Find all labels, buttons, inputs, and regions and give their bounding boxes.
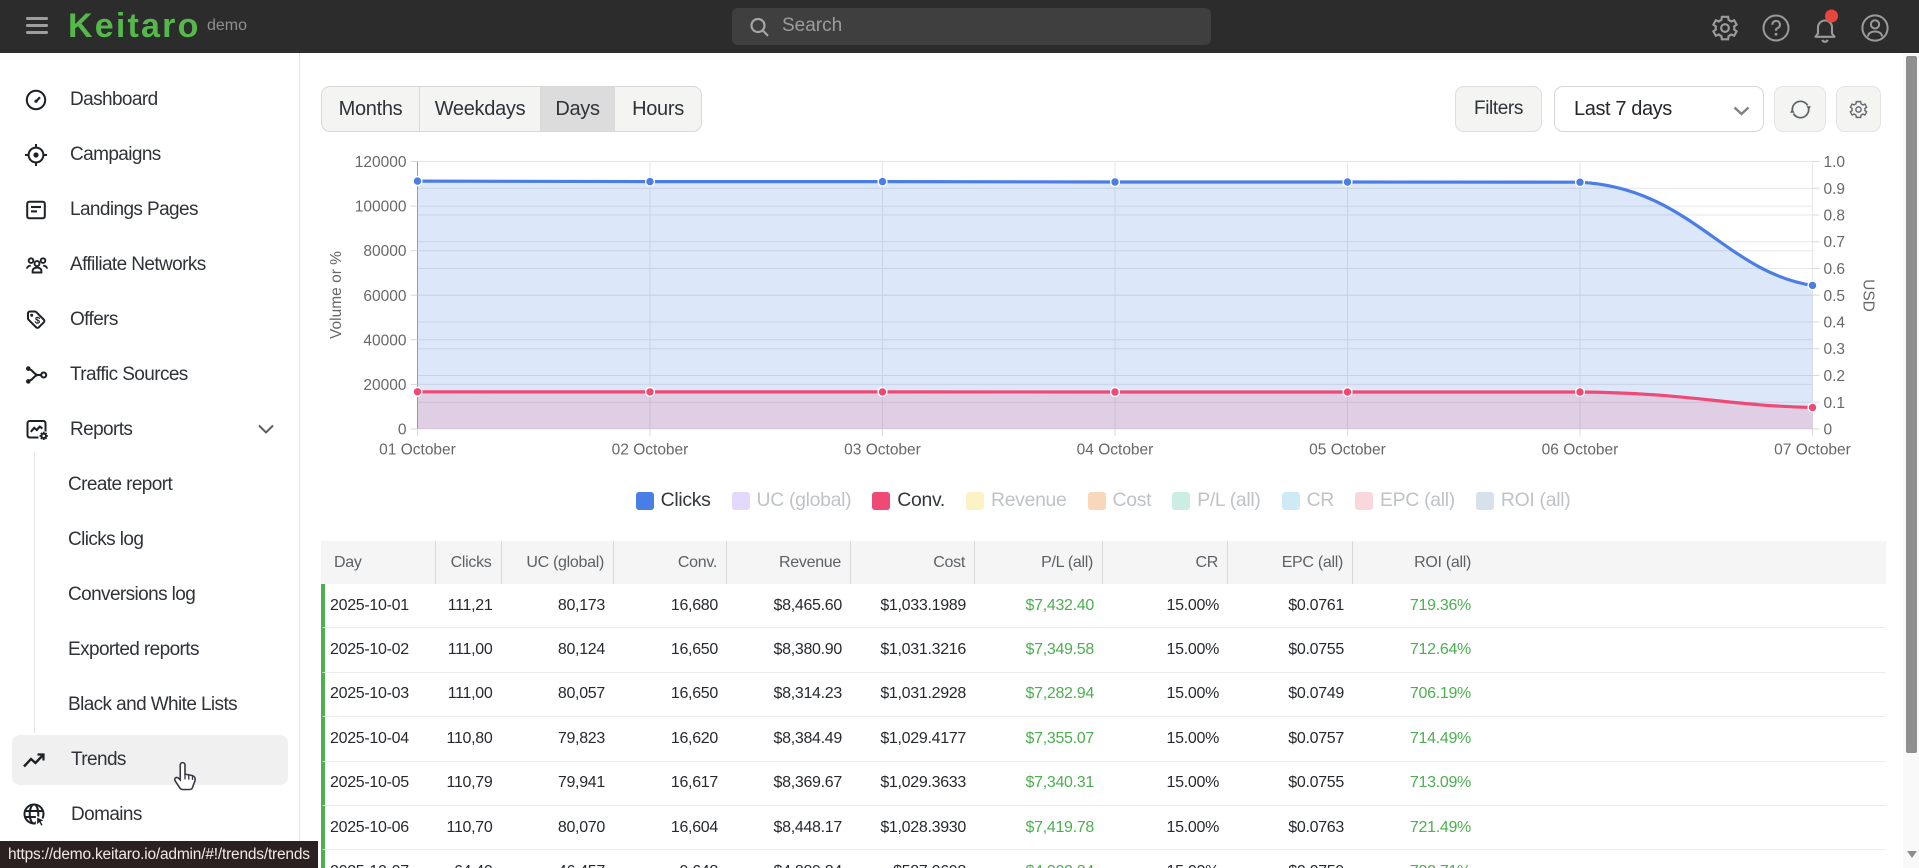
svg-text:0: 0 xyxy=(1824,422,1833,439)
svg-text:Volume or %: Volume or % xyxy=(328,251,345,339)
svg-text:1.0: 1.0 xyxy=(1824,154,1846,171)
svg-text:USD: USD xyxy=(1860,279,1877,312)
svg-text:0.2: 0.2 xyxy=(1824,368,1846,385)
svg-text:03 October: 03 October xyxy=(844,442,921,459)
svg-text:60000: 60000 xyxy=(363,288,406,305)
svg-text:02 October: 02 October xyxy=(612,442,689,459)
svg-text:0.1: 0.1 xyxy=(1824,395,1846,412)
svg-text:0.3: 0.3 xyxy=(1824,341,1846,358)
svg-text:40000: 40000 xyxy=(363,332,406,349)
svg-text:0.4: 0.4 xyxy=(1824,315,1846,332)
svg-text:0.8: 0.8 xyxy=(1824,208,1846,225)
svg-text:06 October: 06 October xyxy=(1542,442,1619,459)
svg-text:0: 0 xyxy=(398,422,407,439)
svg-text:0.9: 0.9 xyxy=(1824,181,1846,198)
svg-text:07 October: 07 October xyxy=(1774,442,1851,459)
svg-text:120000: 120000 xyxy=(355,154,407,171)
svg-text:0.7: 0.7 xyxy=(1824,234,1846,251)
svg-text:05 October: 05 October xyxy=(1309,442,1386,459)
svg-text:01 October: 01 October xyxy=(379,442,456,459)
svg-text:0.5: 0.5 xyxy=(1824,288,1846,305)
svg-text:20000: 20000 xyxy=(363,377,406,394)
svg-text:04 October: 04 October xyxy=(1077,442,1154,459)
svg-text:0.6: 0.6 xyxy=(1824,261,1846,278)
svg-text:100000: 100000 xyxy=(355,199,407,216)
svg-text:80000: 80000 xyxy=(363,243,406,260)
